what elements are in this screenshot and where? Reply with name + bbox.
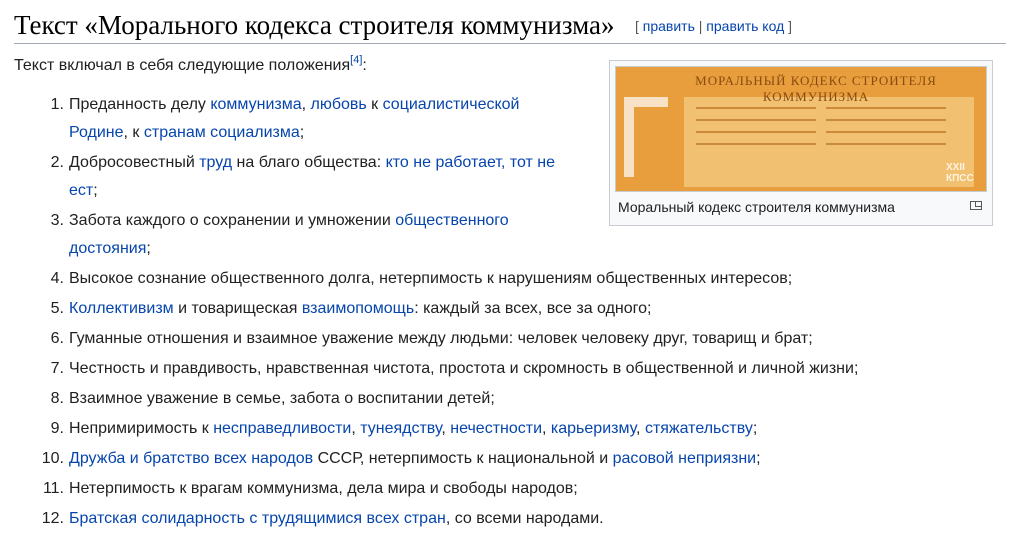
list-item-text: ; [93,182,98,199]
article-link[interactable]: расовой неприязни [613,450,756,467]
list-item-number: 12. [41,510,64,527]
article-link[interactable]: нечестности [450,420,542,437]
article-link[interactable]: тунеядству [360,420,441,437]
list-item-text: ; [299,124,305,141]
article-link[interactable]: Коллективизм [69,300,174,317]
list-item: 4. Высокое сознание общественного долга, … [0,265,858,293]
article-link[interactable]: карьеризму [551,420,636,437]
article-link[interactable]: любовь [311,96,367,113]
list-item-text: : каждый за всех, все за одного; [414,300,652,317]
list-item-text: Забота каждого о сохранении и умножении [69,212,396,229]
edit-link[interactable]: править [643,18,695,34]
list-item-number: 3. [50,212,64,229]
list-item: 11. Нетерпимость к врагам коммунизма, дел… [0,475,858,503]
list-item-text: Гуманные отношения и взаимное уважение м… [69,330,813,347]
list-item: 5. Коллективизм и товарищеская взаимопомо… [0,295,858,323]
list-item-text: Высокое сознание общественного долга, не… [69,270,793,287]
list-item-number: 7. [50,360,64,377]
edit-bracket-close: ] [784,18,793,34]
poster-emblem-text: XXII КПСС [946,162,974,184]
list-item-text: Непримиримость к [69,420,214,437]
list-item-text: Нетерпимость к врагам коммунизма, дела м… [69,480,578,497]
list-item-text: СССР, нетерпимость к национальной и [313,450,613,467]
list-item: 9. Непримиримость к несправедливости, тун… [0,415,858,443]
article-link[interactable]: стяжательству [645,420,753,437]
list-item-number: 2. [50,154,64,171]
list-item-text: , [441,420,451,437]
list-item-text: , со всеми народами. [445,510,604,527]
enlarge-icon[interactable] [970,201,982,210]
list-item-number: 11. [42,480,64,497]
reference-link[interactable]: [4] [350,54,362,66]
list-item-text: , [351,420,361,437]
article-link[interactable]: труд [199,154,232,171]
list-item: 12. Братская солидарность с трудящимися в… [0,505,858,533]
list-item-text: ; [756,450,761,467]
list-item: 8. Взаимное уважение в семье, забота о во… [0,385,858,413]
list-item-text: , [636,420,645,437]
list-item-text: Взаимное уважение в семье, забота о восп… [69,390,495,407]
list-item: 3. Забота каждого о сохранении и умножени… [0,207,579,263]
intro-colon: : [362,57,367,74]
section-heading: Текст «Морального кодекса строителя комм… [14,6,1006,44]
section-title: Текст «Морального кодекса строителя комм… [14,10,615,40]
article-link[interactable]: странам социализма [144,124,300,141]
intro-paragraph: Текст включал в себя следующие положения… [14,55,367,77]
list-item-text: , [301,96,311,113]
list-item-number: 1. [50,96,64,113]
list-item-number: 10. [41,450,64,467]
article-link[interactable]: взаимопомощь [302,300,414,317]
list-item-text: , к [123,124,144,141]
list-item: 10. Дружба и братство всех народов СССР, … [0,445,858,473]
list-item-number: 8. [50,390,64,407]
list-item-text: ; [752,420,758,437]
list-item-text: к [366,96,383,113]
edit-section-links: [ править | править код ] [635,18,792,34]
list-item: 1. Преданность делу коммунизма, любовь к … [0,91,579,147]
list-item-number: 5. [50,300,64,317]
list-item-text: на благо общества: [232,154,386,171]
list-item-number: 6. [50,330,64,347]
edit-code-link[interactable]: править код [706,18,784,34]
article-link[interactable]: Дружба и братство всех народов [69,450,313,467]
article-link[interactable]: несправедливости [213,420,351,437]
list-item: 7. Честность и правдивость, нравственная … [0,355,859,383]
edit-separator: | [694,18,707,34]
list-item-text: ; [146,240,151,257]
list-item-text: Добросовестный [69,154,200,171]
edit-bracket-open: [ [634,18,643,34]
rules-list: 1. Преданность делу коммунизма, любовь к … [0,91,859,535]
intro-text: Текст включал в себя следующие положения [14,57,351,74]
list-item-text: Преданность делу [69,96,211,113]
article-link[interactable]: Братская солидарность с трудящимися всех… [69,510,446,527]
article-link[interactable]: коммунизма [210,96,301,113]
list-item-number: 9. [50,420,64,437]
list-item-text: Честность и правдивость, нравственная чи… [69,360,859,377]
list-item-number: 4. [50,270,64,287]
list-item: 6. Гуманные отношения и взаимное уважение… [0,325,858,353]
list-item-text: и товарищеская [173,300,302,317]
list-item: 2. Добросовестный труд на благо общества:… [0,149,579,205]
list-item-text: , [542,420,551,437]
